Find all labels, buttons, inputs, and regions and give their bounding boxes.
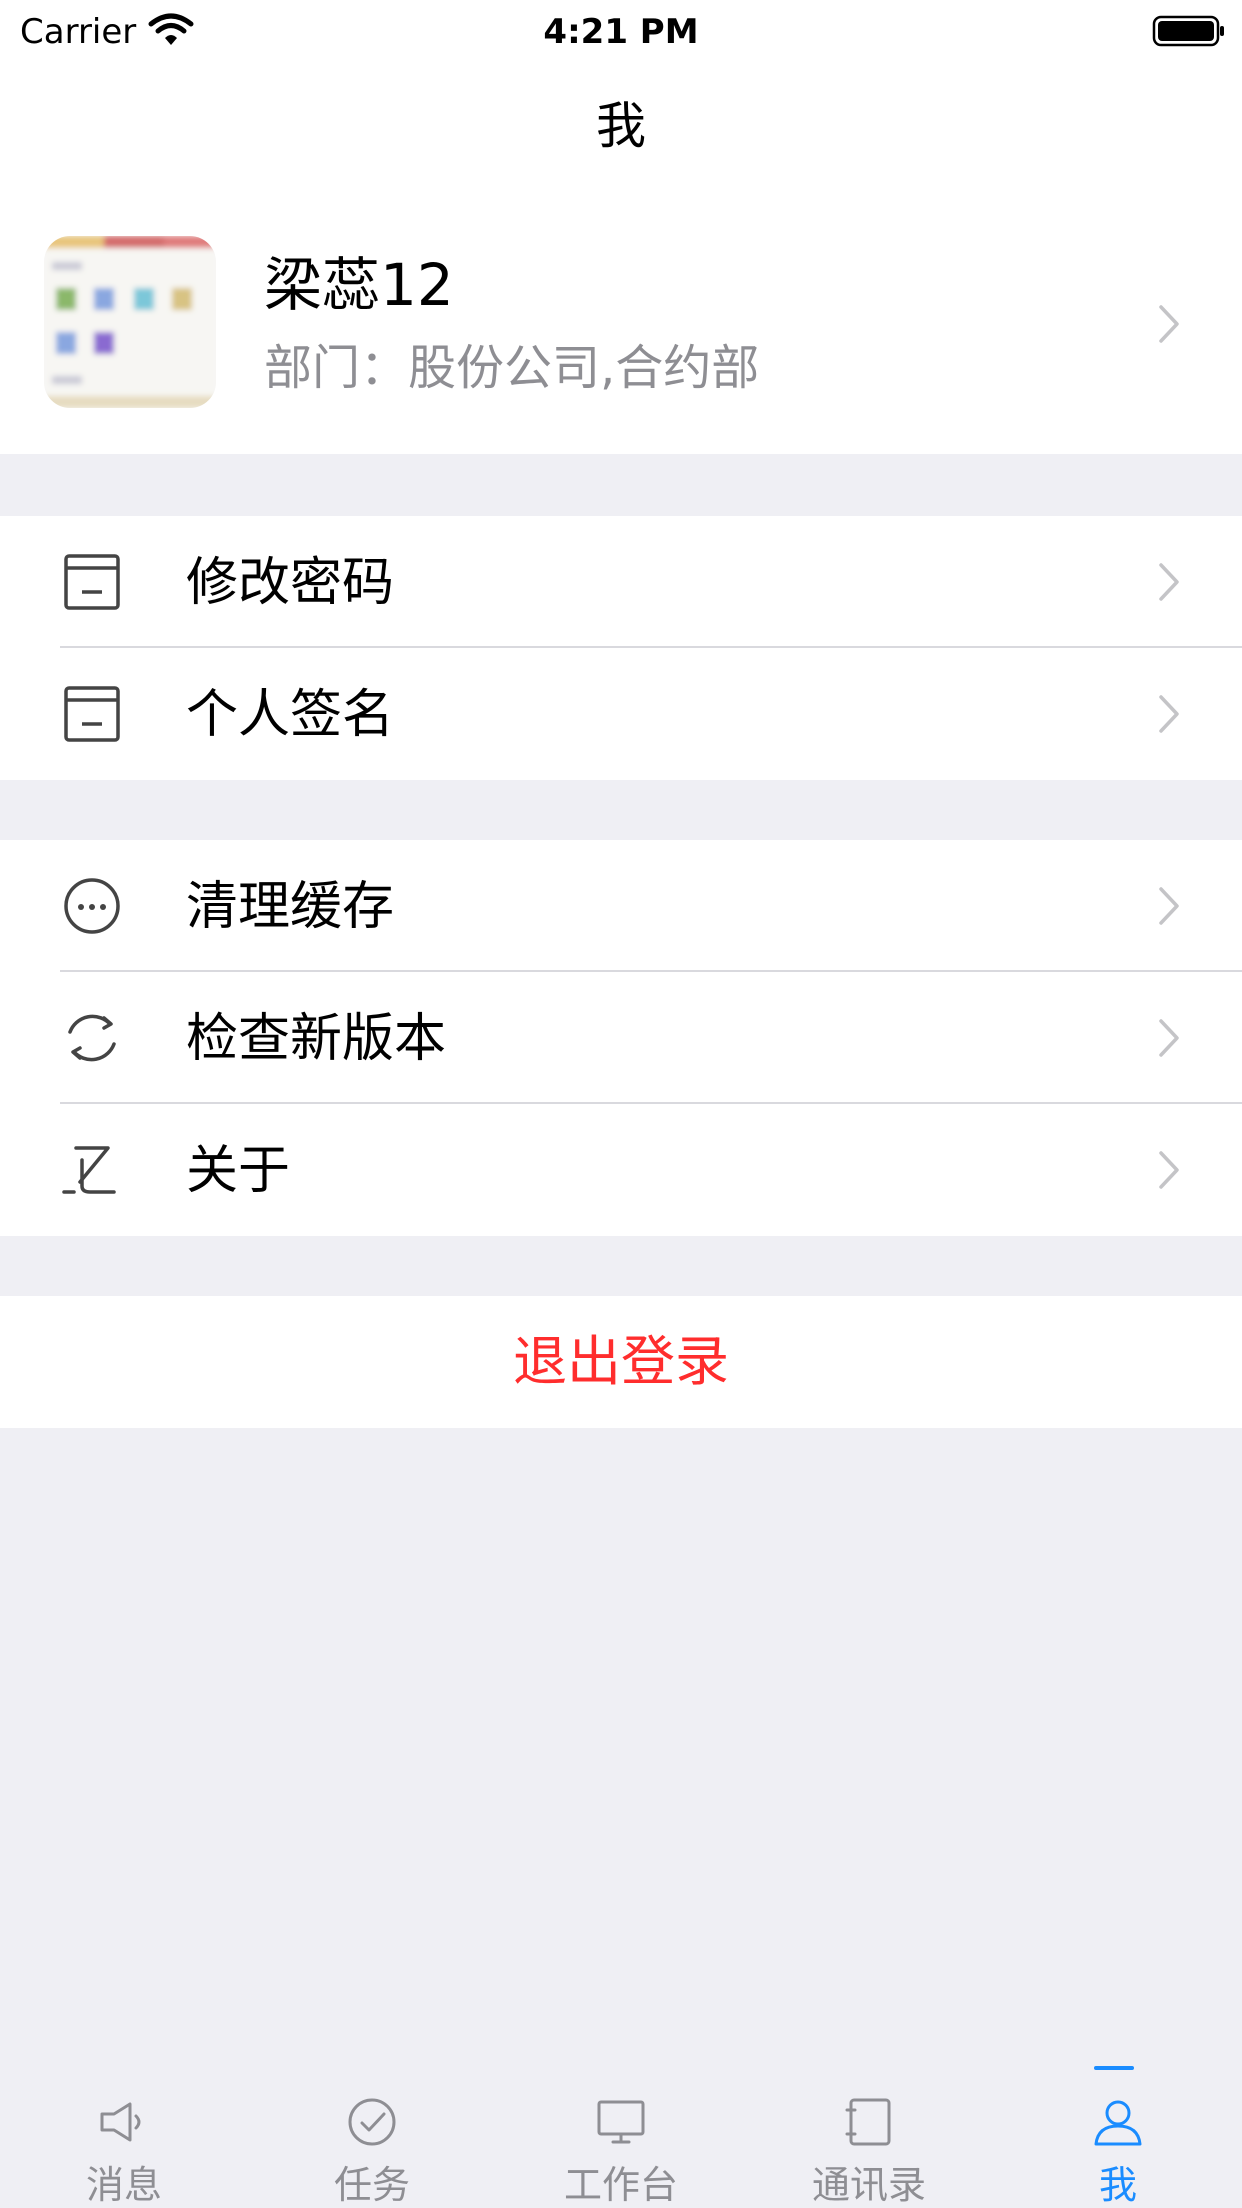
- document-icon: [64, 554, 120, 610]
- tab-label: 我: [1098, 2163, 1137, 2207]
- person-icon: [1094, 2100, 1142, 2146]
- account-settings-group: 修改密码 个人签名: [0, 516, 1242, 780]
- refresh-icon: [68, 1014, 116, 1062]
- more-circle-icon: [64, 878, 120, 934]
- tab-me[interactable]: 我: [994, 2066, 1242, 2208]
- nav-bar: 我: [0, 64, 1242, 192]
- clear-cache-row[interactable]: 清理缓存: [0, 840, 1242, 972]
- avatar-image: [44, 236, 216, 408]
- profile-department: 部门：股份公司,合约部: [264, 340, 760, 396]
- tab-workbench[interactable]: 工作台: [497, 2066, 745, 2208]
- status-bar: Carrier 4:21 PM: [0, 0, 1242, 64]
- status-time: 4:21 PM: [543, 12, 699, 52]
- chevron-right-icon: [1159, 563, 1179, 601]
- avatar: [44, 236, 216, 408]
- page-title: 我: [596, 97, 646, 155]
- chevron-right-icon: [1159, 305, 1179, 343]
- tab-messages[interactable]: 消息: [0, 2066, 248, 2208]
- app-settings-group: 清理缓存 检查新版本 关于: [0, 840, 1242, 1236]
- tab-label: 消息: [85, 2163, 162, 2207]
- check-update-label: 检查新版本: [186, 1009, 447, 1069]
- chevron-right-icon: [1159, 887, 1179, 925]
- tab-contacts[interactable]: 通讯录: [745, 2066, 993, 2208]
- profile-row[interactable]: 梁蕊12 部门：股份公司,合约部: [0, 192, 1242, 454]
- change-password-row[interactable]: 修改密码: [0, 516, 1242, 648]
- tab-bar: 消息 任务 工作台 通讯录 我: [0, 2066, 1242, 2208]
- chevron-right-icon: [1159, 1151, 1179, 1189]
- profile-name: 梁蕊12: [264, 251, 454, 319]
- tab-label: 工作台: [563, 2163, 678, 2207]
- chevron-right-icon: [1159, 695, 1179, 733]
- contacts-book-icon: [845, 2098, 891, 2146]
- logout-label: 退出登录: [513, 1330, 729, 1393]
- battery-icon: [1152, 15, 1224, 47]
- about-icon: [62, 1146, 116, 1194]
- document-icon: [64, 686, 120, 742]
- personal-signature-row[interactable]: 个人签名: [0, 648, 1242, 780]
- chevron-right-icon: [1159, 1019, 1179, 1057]
- logout-button[interactable]: 退出登录: [0, 1296, 1242, 1428]
- monitor-icon: [597, 2100, 645, 2144]
- tab-tasks[interactable]: 任务: [248, 2066, 496, 2208]
- tab-label: 通讯录: [811, 2163, 926, 2207]
- check-update-row[interactable]: 检查新版本: [0, 972, 1242, 1104]
- about-row[interactable]: 关于: [0, 1104, 1242, 1236]
- megaphone-icon: [100, 2102, 141, 2142]
- change-password-label: 修改密码: [186, 553, 395, 613]
- personal-signature-label: 个人签名: [186, 685, 395, 745]
- check-circle-icon: [348, 2098, 396, 2146]
- active-tab-indicator: [1094, 2066, 1134, 2070]
- tab-label: 任务: [333, 2163, 410, 2207]
- clear-cache-label: 清理缓存: [186, 877, 395, 937]
- about-label: 关于: [186, 1141, 291, 1201]
